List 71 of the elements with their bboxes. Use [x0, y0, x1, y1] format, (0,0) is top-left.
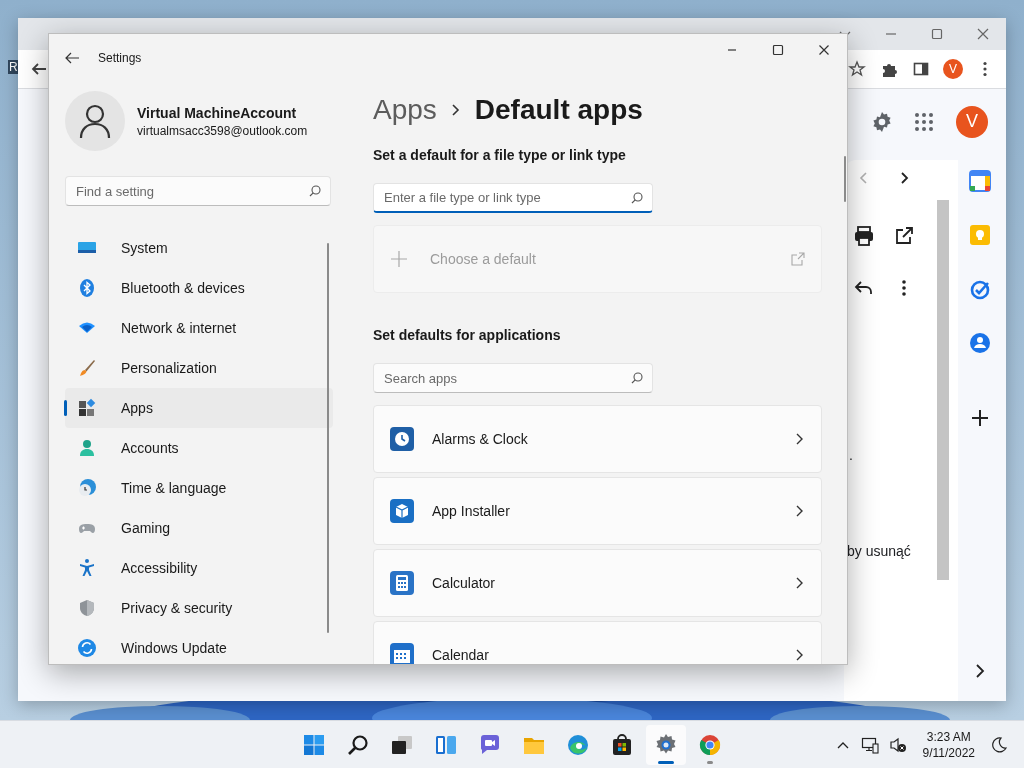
app-row[interactable]: Calculator — [373, 549, 822, 617]
message-text: . — [849, 447, 854, 463]
speaker-muted-icon[interactable] — [888, 735, 907, 754]
person-icon — [77, 438, 97, 458]
chevron-right-icon — [795, 576, 805, 590]
app-row[interactable]: Alarms & Clock — [373, 405, 822, 473]
windows-icon — [302, 732, 326, 757]
moon-icon[interactable] — [991, 736, 1007, 753]
calendar-icon[interactable] — [969, 170, 991, 192]
nav-item[interactable]: Accessibility — [65, 548, 333, 588]
chevron-right-icon — [450, 103, 461, 117]
clock[interactable]: 3:23 AM 9/11/2022 — [922, 728, 975, 761]
chevron-right-icon — [795, 432, 805, 446]
nav-item[interactable]: Apps — [65, 388, 333, 428]
open-external-icon — [791, 252, 805, 266]
app-row[interactable]: Calendar — [373, 621, 822, 664]
search-icon — [346, 732, 370, 757]
plus-icon — [390, 250, 408, 268]
message-text: by usunąć — [847, 543, 912, 559]
search-icon — [631, 192, 643, 204]
shield-icon — [77, 598, 97, 618]
contact-icon[interactable] — [969, 332, 991, 354]
section-heading: Set a default for a file type or link type — [373, 146, 627, 165]
bluetooth-icon — [77, 278, 97, 298]
account-email: virtualmsacc3598@outlook.com — [137, 123, 308, 138]
shopping-bag-icon — [610, 732, 634, 757]
package-icon — [390, 499, 414, 523]
close-icon[interactable] — [818, 44, 830, 56]
nav-item[interactable]: Gaming — [65, 508, 333, 548]
search-icon — [309, 185, 321, 197]
scrollbar[interactable] — [937, 200, 949, 580]
brush-icon — [77, 358, 97, 378]
calculator-icon — [390, 571, 414, 595]
printer-icon[interactable] — [852, 224, 876, 248]
file-type-field[interactable]: Enter a file type or link type — [373, 183, 653, 213]
star-icon[interactable] — [848, 60, 866, 78]
breadcrumb-link[interactable]: Apps — [373, 92, 437, 128]
globe-clock-icon — [77, 478, 97, 498]
sync-icon — [77, 638, 97, 658]
person-icon — [78, 103, 112, 139]
chat-icon — [478, 732, 502, 757]
apps-icon — [77, 398, 97, 418]
search-field[interactable]: Find a setting — [65, 176, 331, 206]
plus-icon[interactable] — [970, 408, 990, 428]
browser-swirl-icon — [566, 732, 590, 757]
chevron-right-icon — [795, 648, 805, 662]
account-name: Virtual MachineAccount — [137, 104, 298, 121]
app-row[interactable]: App Installer — [373, 477, 822, 545]
page-title: Default apps — [474, 93, 643, 127]
profile-avatar[interactable]: V — [943, 59, 963, 79]
chevron-right-icon — [795, 504, 805, 518]
nav-item[interactable]: Windows Update — [65, 628, 333, 664]
search-icon — [631, 372, 643, 384]
profile-avatar[interactable]: V — [956, 105, 988, 138]
desktop-icon-label: R — [8, 60, 19, 74]
section-heading: Set defaults for applications — [373, 326, 562, 345]
window-title: Settings — [98, 51, 142, 65]
scrollbar[interactable] — [844, 156, 846, 202]
taskbar-button[interactable] — [646, 724, 686, 765]
search-field[interactable]: Search apps — [373, 363, 653, 393]
chrome-icon — [698, 732, 722, 757]
maximize-icon[interactable] — [772, 44, 784, 56]
check-circle-icon[interactable] — [969, 278, 991, 300]
clock-icon — [390, 427, 414, 451]
nav-item[interactable]: Accounts — [65, 428, 333, 468]
side-panel-icon[interactable] — [912, 60, 930, 78]
nav-item[interactable]: Personalization — [65, 348, 333, 388]
scrollbar[interactable] — [327, 243, 329, 633]
back-arrow-icon[interactable] — [64, 50, 80, 66]
network-monitor-icon[interactable] — [860, 735, 879, 754]
accessibility-icon — [77, 558, 97, 578]
